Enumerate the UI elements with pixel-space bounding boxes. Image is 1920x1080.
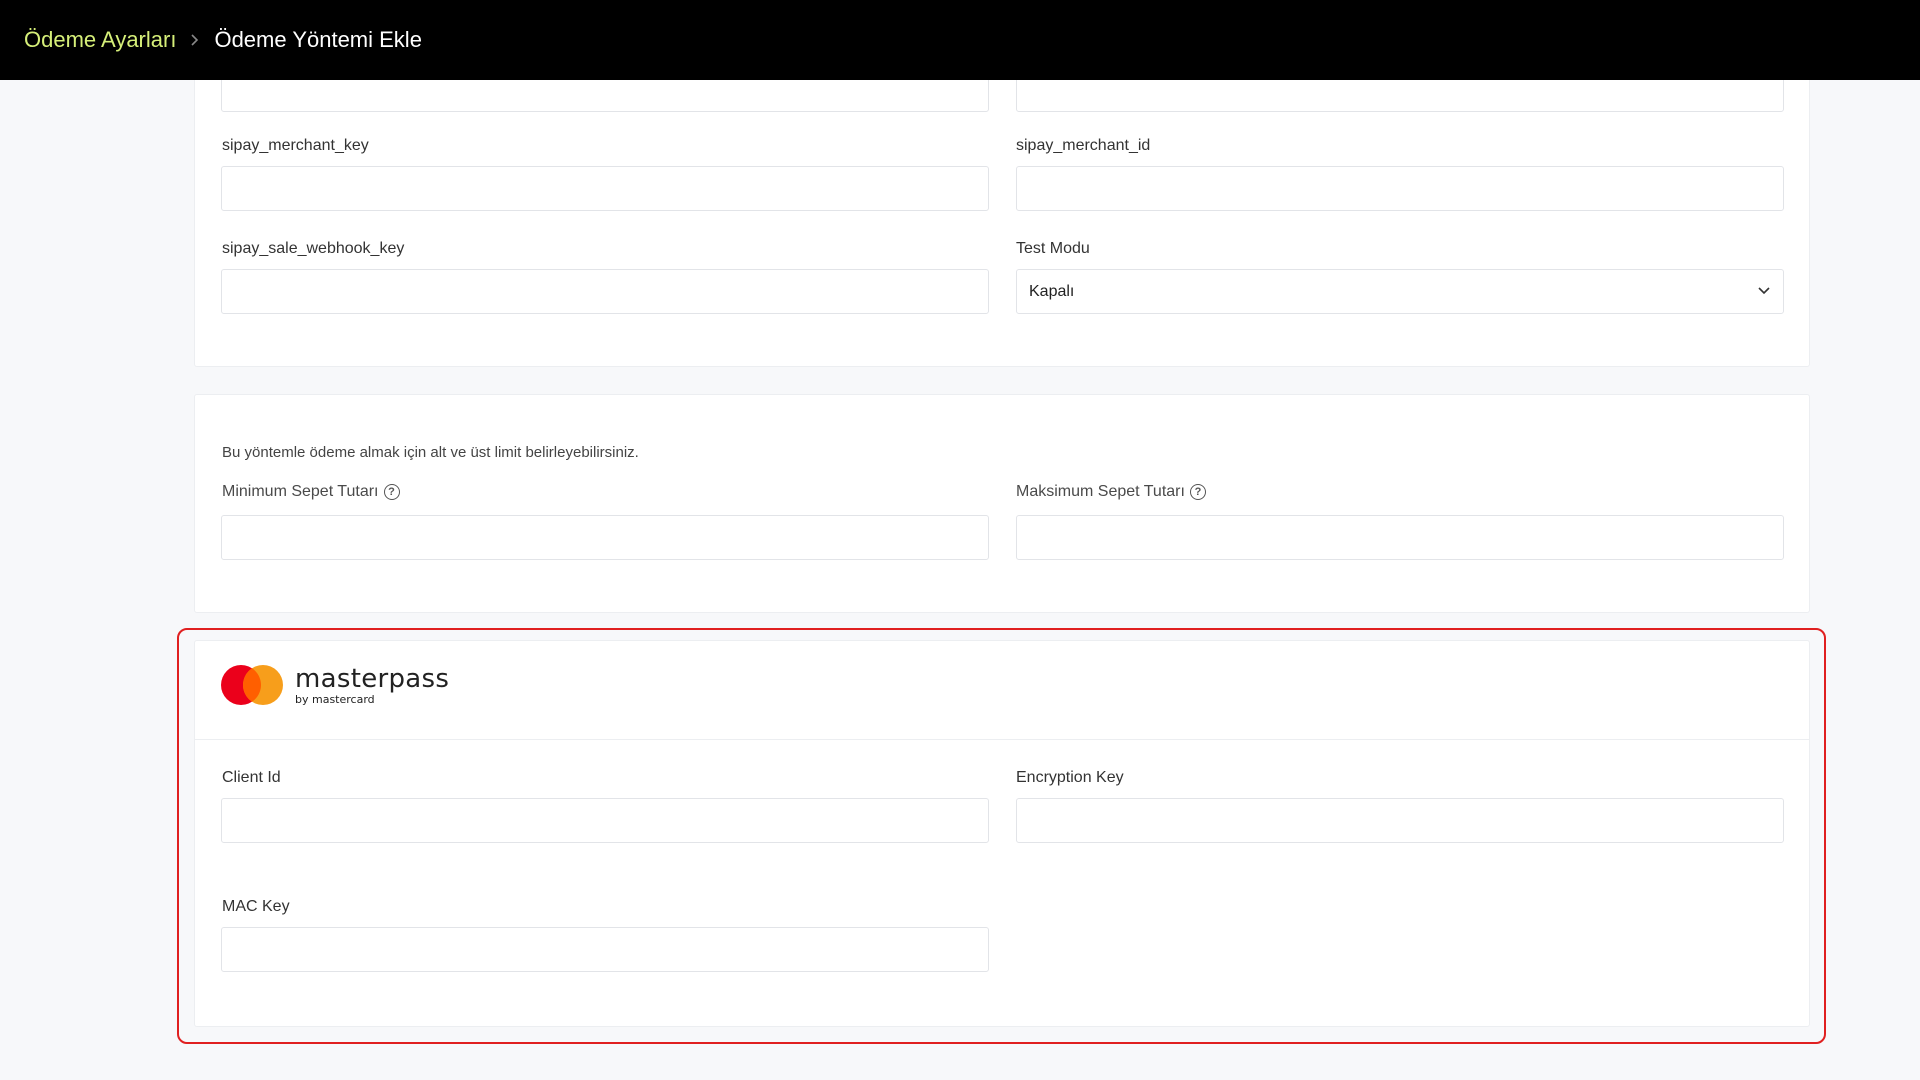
- basket-limits-card: Bu yöntemle ödeme almak için alt ve üst …: [194, 394, 1810, 613]
- sipay-sale-webhook-key-label: sipay_sale_webhook_key: [222, 240, 405, 257]
- sipay-merchant-key-input[interactable]: [221, 166, 989, 211]
- min-basket-label-text: Minimum Sepet Tutarı: [222, 483, 379, 500]
- masterpass-wordmark: masterpass: [295, 663, 450, 694]
- mastercard-circles-icon: [221, 665, 285, 705]
- mac-key-input[interactable]: [221, 927, 989, 972]
- masterpass-header-divider: [195, 739, 1809, 740]
- max-basket-label: Maksimum Sepet Tutarı ?: [1016, 483, 1206, 501]
- sipay-merchant-id-label: sipay_merchant_id: [1016, 137, 1151, 154]
- client-id-label: Client Id: [222, 769, 281, 786]
- encryption-key-label: Encryption Key: [1016, 769, 1124, 786]
- sipay-sale-webhook-key-input[interactable]: [221, 269, 989, 314]
- test-mode-label: Test Modu: [1016, 240, 1090, 257]
- breadcrumb-parent-link[interactable]: Ödeme Ayarları: [24, 27, 176, 53]
- sipay-merchant-id-input[interactable]: [1016, 166, 1784, 211]
- masterpass-card: masterpass by mastercard Client Id Encry…: [194, 640, 1810, 1027]
- encryption-key-input[interactable]: [1016, 798, 1784, 843]
- page-title: Ödeme Yöntemi Ekle: [214, 27, 422, 52]
- max-basket-label-text: Maksimum Sepet Tutarı: [1016, 483, 1185, 500]
- masterpass-byline: by mastercard: [295, 692, 375, 706]
- client-id-input[interactable]: [221, 798, 989, 843]
- test-mode-value: Kapalı: [1029, 282, 1075, 300]
- min-basket-input[interactable]: [221, 515, 989, 560]
- sipay-merchant-key-label: sipay_merchant_key: [222, 137, 369, 154]
- mac-key-label: MAC Key: [222, 898, 290, 915]
- help-icon[interactable]: ?: [1189, 484, 1206, 500]
- top-bar: Ödeme Ayarları Ödeme Yöntemi Ekle: [0, 0, 1920, 80]
- chevron-down-icon: [1757, 283, 1771, 301]
- masterpass-logo: masterpass by mastercard: [221, 665, 449, 705]
- chevron-right-icon: [190, 33, 200, 47]
- limits-hint-text: Bu yöntemle ödeme almak için alt ve üst …: [222, 444, 639, 461]
- max-basket-input[interactable]: [1016, 515, 1784, 560]
- test-mode-select[interactable]: Kapalı: [1016, 269, 1784, 314]
- sipay-settings-card: sipay_merchant_key sipay_merchant_id sip…: [194, 40, 1810, 367]
- help-icon[interactable]: ?: [383, 484, 400, 500]
- min-basket-label: Minimum Sepet Tutarı ?: [222, 483, 400, 501]
